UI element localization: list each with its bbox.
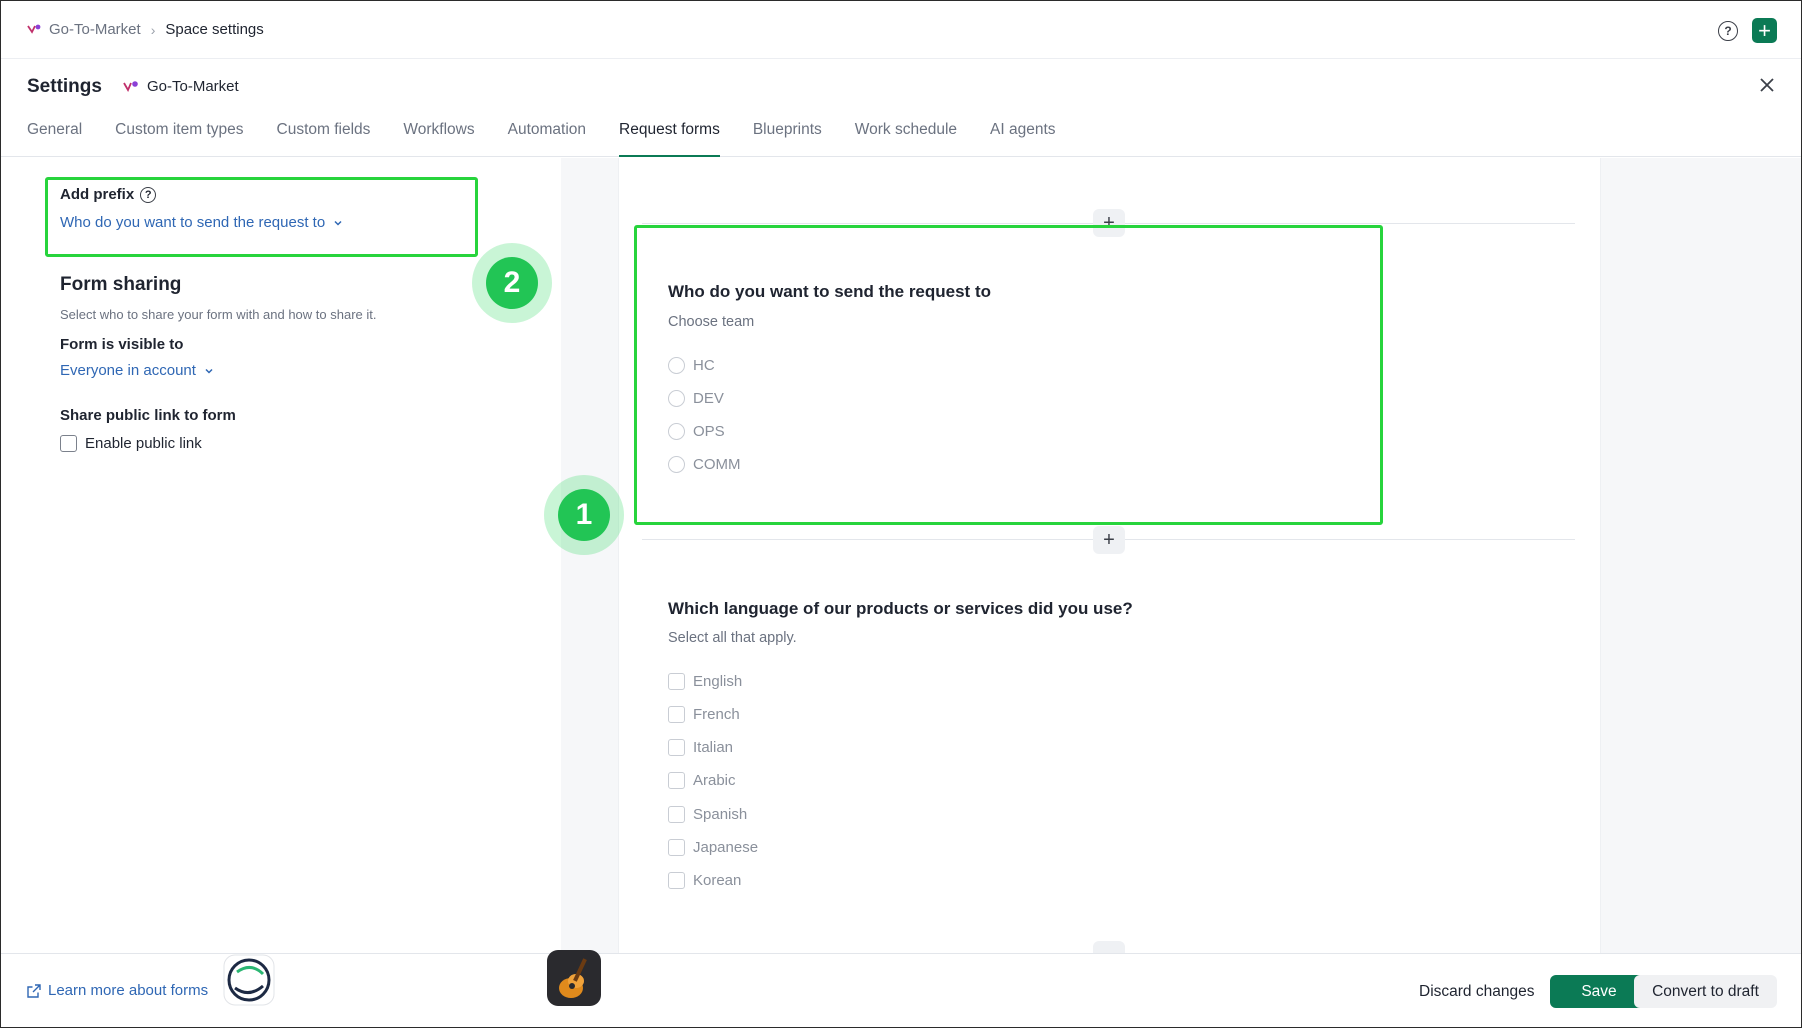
option-label: French <box>693 706 740 723</box>
checkbox[interactable] <box>668 739 685 756</box>
radio-option[interactable]: COMM <box>668 456 741 473</box>
option-label: Spanish <box>693 806 748 823</box>
step-badge-number: 2 <box>486 257 538 309</box>
tab-ai-agents[interactable]: AI agents <box>990 121 1056 157</box>
tab-work-schedule[interactable]: Work schedule <box>855 121 957 157</box>
prefix-dropdown[interactable]: Who do you want to send the request to <box>60 214 343 231</box>
checkbox[interactable] <box>668 706 685 723</box>
radio-button[interactable] <box>668 357 685 374</box>
space-logo-icon <box>123 80 138 92</box>
radio-option[interactable]: OPS <box>668 423 725 440</box>
space-name: Go-To-Market <box>147 78 239 95</box>
learn-more-link[interactable]: Learn more about forms <box>27 982 208 999</box>
create-button[interactable]: + <box>1752 18 1777 43</box>
step-badge-number: 1 <box>558 489 610 541</box>
close-icon[interactable] <box>1757 75 1777 95</box>
public-link-checkbox-label: Enable public link <box>85 435 202 452</box>
checkbox[interactable] <box>668 673 685 690</box>
settings-header: Settings Go-To-Market General Custom ite… <box>1 59 1801 157</box>
checkbox-option[interactable]: French <box>668 706 740 723</box>
prefix-label: Add prefix ? <box>60 186 157 203</box>
enable-public-link[interactable]: Enable public link <box>60 435 202 452</box>
question-highlight <box>634 225 1383 525</box>
top-bar: Go-To-Market › Space settings ? + <box>1 1 1801 59</box>
add-question-button[interactable] <box>1093 941 1125 953</box>
option-label: COMM <box>693 456 741 473</box>
public-link-label: Share public link to form <box>60 407 236 424</box>
add-question-button[interactable]: + <box>1093 526 1125 554</box>
radio-button[interactable] <box>668 456 685 473</box>
checkbox[interactable] <box>668 872 685 889</box>
form-sharing-description: Select who to share your form with and h… <box>60 307 377 322</box>
page-title: Settings <box>27 76 102 97</box>
discard-changes-button[interactable]: Discard changes <box>1419 983 1534 1001</box>
tab-custom-fields[interactable]: Custom fields <box>277 121 371 157</box>
radio-option[interactable]: HC <box>668 357 715 374</box>
tab-request-forms[interactable]: Request forms <box>619 121 720 157</box>
option-label: Italian <box>693 739 734 756</box>
option-label: DEV <box>693 390 724 407</box>
question-title[interactable]: Who do you want to send the request to <box>668 282 991 302</box>
tab-automation[interactable]: Automation <box>508 121 586 157</box>
visibility-value: Everyone in account <box>60 362 196 379</box>
prefix-label-text: Add prefix <box>60 186 135 203</box>
question-subtitle: Choose team <box>668 314 755 330</box>
learn-more-text: Learn more about forms <box>48 982 209 999</box>
tab-custom-item-types[interactable]: Custom item types <box>115 121 243 157</box>
settings-tabs: General Custom item types Custom fields … <box>27 121 1089 157</box>
checkbox[interactable] <box>668 772 685 789</box>
checkbox-option[interactable]: Italian <box>668 739 733 756</box>
convert-to-draft-button[interactable]: Convert to draft <box>1634 975 1777 1008</box>
option-label: HC <box>693 357 715 374</box>
public-link-checkbox[interactable] <box>60 435 77 452</box>
browser-app-icon[interactable] <box>223 954 275 1006</box>
option-label: OPS <box>693 423 725 440</box>
radio-button[interactable] <box>668 390 685 407</box>
chevron-right-icon: › <box>150 21 156 38</box>
step-badge-2: 2 <box>472 243 552 323</box>
checkbox-option[interactable]: Korean <box>668 872 741 889</box>
guitar-app-icon[interactable] <box>545 948 603 1008</box>
chevron-down-icon <box>205 368 213 374</box>
chevron-down-icon <box>334 220 342 226</box>
checkbox[interactable] <box>668 839 685 856</box>
tab-workflows[interactable]: Workflows <box>403 121 474 157</box>
app-window: Go-To-Market › Space settings ? + Settin… <box>0 0 1802 1028</box>
tab-blueprints[interactable]: Blueprints <box>753 121 822 157</box>
checkbox-option[interactable]: Spanish <box>668 806 747 823</box>
step-badge-1: 1 <box>544 475 624 555</box>
option-label: English <box>693 673 743 690</box>
breadcrumb-current: Space settings <box>165 21 264 38</box>
prefix-value: Who do you want to send the request to <box>60 214 326 231</box>
checkbox-option[interactable]: Arabic <box>668 772 736 789</box>
option-label: Arabic <box>693 772 736 789</box>
top-actions: ? + <box>1718 18 1777 43</box>
help-icon[interactable]: ? <box>140 186 157 203</box>
checkbox[interactable] <box>668 806 685 823</box>
external-link-icon <box>27 983 41 998</box>
question-subtitle: Select all that apply. <box>668 630 797 646</box>
tab-general[interactable]: General <box>27 121 82 157</box>
help-icon[interactable]: ? <box>1718 20 1738 41</box>
checkbox-option[interactable]: Japanese <box>668 839 758 856</box>
breadcrumb-space[interactable]: Go-To-Market <box>49 21 141 38</box>
form-sharing-title: Form sharing <box>60 274 182 295</box>
space-logo-icon <box>27 24 41 34</box>
option-label: Korean <box>693 872 742 889</box>
radio-button[interactable] <box>668 423 685 440</box>
space-chip: Go-To-Market <box>123 78 239 95</box>
visibility-dropdown[interactable]: Everyone in account <box>60 362 214 379</box>
footer-bar: Learn more about forms Discard changes S… <box>1 950 1801 1027</box>
checkbox-option[interactable]: English <box>668 673 742 690</box>
visible-to-label: Form is visible to <box>60 336 184 353</box>
radio-option[interactable]: DEV <box>668 390 724 407</box>
question-title[interactable]: Which language of our products or servic… <box>668 599 1133 619</box>
option-label: Japanese <box>693 839 759 856</box>
